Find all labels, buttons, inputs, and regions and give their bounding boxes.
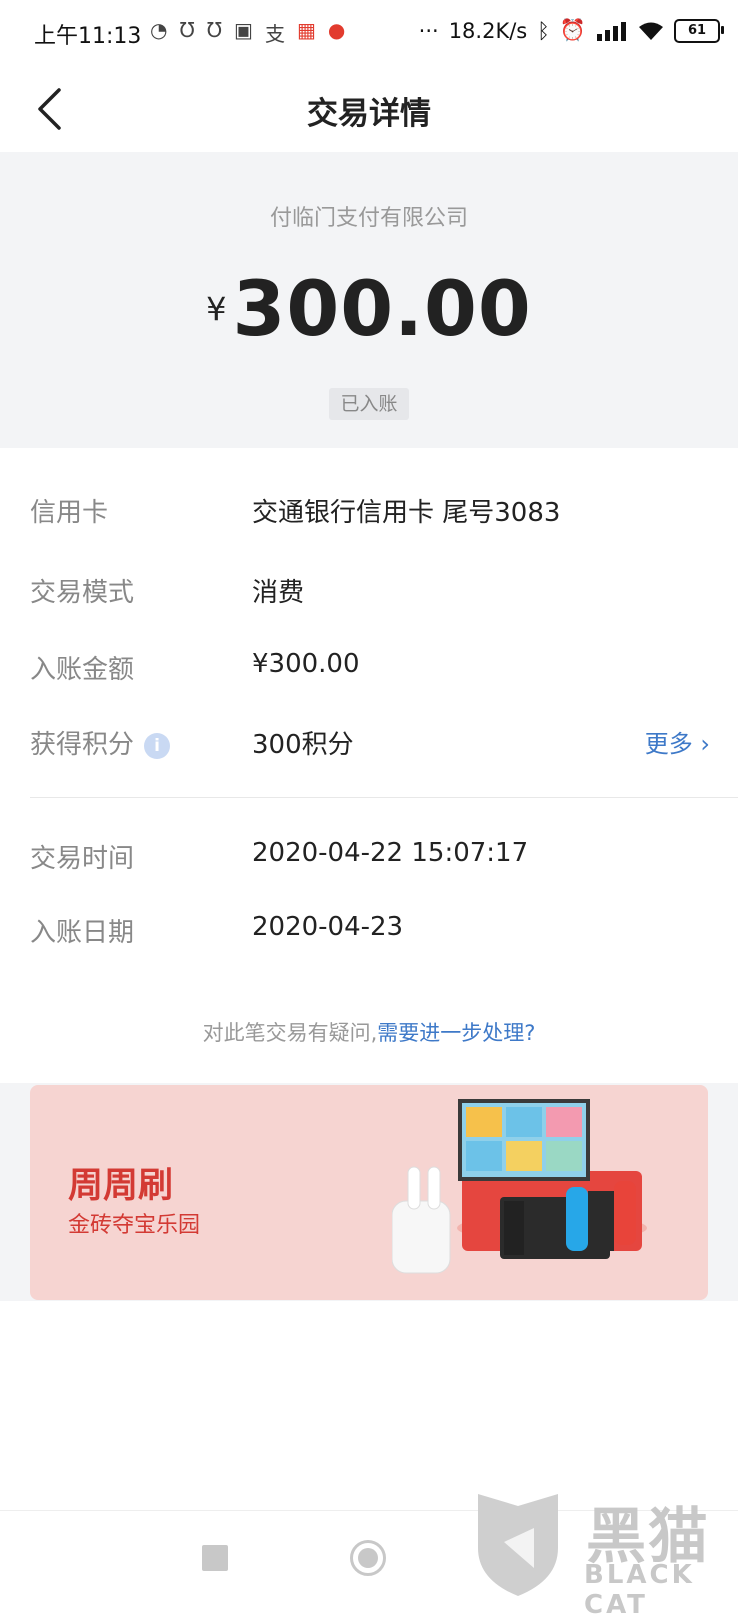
app-notification-icon: Ʊ <box>206 18 223 42</box>
status-bar: 上午11:13 ◔ Ʊ Ʊ ▣ 支 ▦ ● ··· 18.2K/s ᛒ ⏰ 61 <box>0 0 738 66</box>
app-notification-icon: ▣ <box>234 18 253 42</box>
home-button[interactable] <box>350 1540 386 1576</box>
cat-shield-icon <box>478 1494 558 1596</box>
points-label: 获得积分 <box>30 730 135 760</box>
dispute-link[interactable]: 需要进一步处理? <box>377 1021 535 1045</box>
watermark-en: BLACK CAT <box>584 1560 695 1620</box>
points-value: 300积分 <box>252 730 354 760</box>
page-title: 交易详情 <box>307 96 431 132</box>
nav-bar: 交易详情 <box>0 66 738 152</box>
merchant-name: 付临门支付有限公司 <box>269 206 468 231</box>
more-notifications-icon: ··· <box>418 18 439 43</box>
app-notification-icon: ◔ <box>150 18 168 42</box>
points-label-group: 获得积分 i <box>30 724 171 761</box>
more-points-link[interactable]: 更多 › <box>645 724 710 759</box>
post-date-label: 入账日期 <box>30 918 135 948</box>
wifi-icon <box>639 22 663 40</box>
detail-row-posted-amount: 入账金额 ¥300.00 <box>30 641 710 691</box>
info-icon[interactable]: i <box>144 732 171 759</box>
divider <box>30 797 738 798</box>
app-notification-icon: ● <box>327 18 346 42</box>
posted-amount-value: ¥300.00 <box>252 649 360 679</box>
prize-illustration <box>392 1099 647 1274</box>
blackcat-watermark: 黑猫 BLACK CAT <box>468 1488 738 1620</box>
detail-row-post-date: 入账日期 2020-04-23 <box>30 904 710 954</box>
post-date-value: 2020-04-23 <box>252 912 404 942</box>
status-indicators: ··· 18.2K/s ᛒ ⏰ 61 <box>418 18 724 43</box>
detail-row-mode: 交易模式 消费 <box>30 564 710 614</box>
detail-row-points: 获得积分 i 300积分 更多 › <box>30 716 710 766</box>
alarm-icon: ⏰ <box>559 18 586 42</box>
alipay-icon: 支 <box>264 22 285 46</box>
detail-row-trans-time: 交易时间 2020-04-22 15:07:17 <box>30 830 710 880</box>
banner-title: 周周刷 <box>68 1166 174 1206</box>
transaction-summary: 付临门支付有限公司 ¥300.00 已入账 <box>0 152 738 448</box>
currency-symbol: ¥ <box>206 289 227 328</box>
net-speed: 18.2K/s <box>448 18 528 43</box>
trans-time-label: 交易时间 <box>30 844 135 874</box>
trans-time-value: 2020-04-22 15:07:17 <box>252 838 529 868</box>
dispute-question: 对此笔交易有疑问, <box>202 1021 378 1045</box>
posted-amount-label: 入账金额 <box>30 655 135 685</box>
detail-row-card: 信用卡 交通银行信用卡 尾号3083 <box>30 484 710 534</box>
app-notification-icon: ▦ <box>296 18 316 42</box>
recent-apps-button[interactable] <box>202 1545 228 1571</box>
card-value: 交通银行信用卡 尾号3083 <box>252 498 561 528</box>
signal-icon <box>597 21 626 41</box>
mode-label: 交易模式 <box>30 578 135 608</box>
banner-subtitle: 金砖夺宝乐园 <box>68 1213 201 1238</box>
battery-icon: 61 <box>674 18 724 43</box>
bluetooth-icon: ᛒ <box>537 18 550 43</box>
status-time: 上午11:13 <box>34 24 142 49</box>
notification-icons: ◔ Ʊ Ʊ ▣ 支 ▦ ● <box>150 18 345 47</box>
amount-value: 300.00 <box>232 264 532 353</box>
dispute-prompt: 对此笔交易有疑问,需要进一步处理? <box>0 1017 738 1047</box>
app-notification-icon: Ʊ <box>179 18 195 42</box>
status-badge: 已入账 <box>329 388 409 420</box>
promo-banner[interactable]: 周周刷 金砖夺宝乐园 <box>30 1085 708 1300</box>
card-label: 信用卡 <box>30 498 109 528</box>
mode-value: 消费 <box>252 578 305 608</box>
transaction-amount: ¥300.00 <box>0 264 738 353</box>
